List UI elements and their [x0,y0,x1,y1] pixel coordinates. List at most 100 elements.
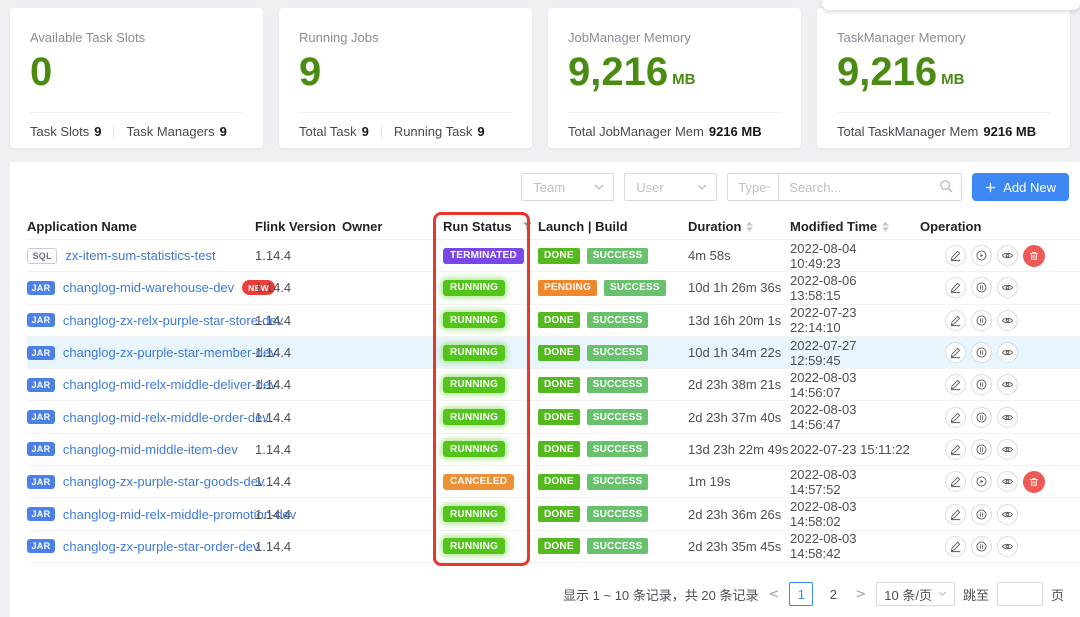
edit-button[interactable] [945,310,966,331]
prev-page-icon[interactable]: < [766,587,781,602]
duration-cell: 1m 19s [688,474,790,489]
edit-button[interactable] [945,374,966,395]
search-input[interactable] [779,173,962,201]
pause-circle-icon [975,540,988,553]
app-name-link[interactable]: changlog-zx-relx-purple-star-store-dev [63,313,283,328]
run-status-badge: RUNNING [443,409,505,425]
eye-button[interactable] [997,504,1018,525]
eye-button[interactable] [997,536,1018,557]
build-badge: SUCCESS [587,474,649,490]
pause-button[interactable] [971,374,992,395]
delete-button[interactable] [1023,471,1045,493]
operation-cell [910,407,1080,428]
edit-button[interactable] [945,245,966,266]
stat-card-value: 0 [30,50,56,95]
modified-time-cell: 2022-07-23 15:11:22 [790,442,910,457]
app-name-link[interactable]: changlog-mid-relx-middle-order-dev [63,410,269,425]
edit-button[interactable] [945,536,966,557]
eye-button[interactable] [997,277,1018,298]
launch-badge: DONE [538,312,580,328]
type-select[interactable]: Type [727,173,779,201]
page-1-button[interactable]: 1 [789,582,813,606]
edit-button[interactable] [945,471,966,492]
eye-icon [1001,314,1014,327]
search-icon[interactable] [939,179,954,194]
app-name-link[interactable]: zx-item-sum-statistics-test [65,248,215,263]
team-select-placeholder: Team [533,180,565,195]
build-badge: SUCCESS [587,409,649,425]
build-badge: SUCCESS [587,506,649,522]
modified-time-cell: 2022-07-27 12:59:45 [790,338,910,368]
edit-button[interactable] [945,407,966,428]
run-status-badge: RUNNING [443,280,505,296]
build-badge: SUCCESS [587,441,649,457]
pause-button[interactable] [971,536,992,557]
duration-cell: 2d 23h 35m 45s [688,539,790,554]
eye-button[interactable] [997,342,1018,363]
stat-card-value: 9,216 MB [568,50,695,95]
jump-label: 跳至 [963,585,989,604]
stat-footer-label: Task Slots [30,124,89,139]
eye-button[interactable] [997,471,1018,492]
filter-row: Team User Type Add New [521,173,1069,201]
edit-button[interactable] [945,342,966,363]
filter-funnel-icon[interactable] [522,221,533,232]
build-badge: SUCCESS [587,345,649,361]
add-new-button[interactable]: Add New [972,173,1069,201]
jump-page-input[interactable] [997,582,1043,606]
edit-button[interactable] [945,439,966,460]
pause-button[interactable] [971,504,992,525]
app-name-link[interactable]: changlog-zx-purple-star-member-dev [63,345,277,360]
pause-button[interactable] [971,439,992,460]
modified-time-cell: 2022-08-03 14:58:02 [790,499,910,529]
table-row: JAR changlog-mid-warehouse-dev NEW 1.14.… [27,272,1080,304]
pause-button[interactable] [971,407,992,428]
eye-button[interactable] [997,245,1018,266]
eye-icon [1001,281,1014,294]
col-launch-build: Launch | Build [538,219,688,234]
sort-icon[interactable] [746,221,753,232]
launch-badge: DONE [538,409,580,425]
eye-button[interactable] [997,407,1018,428]
stat-footer-label: Running Task [394,124,473,139]
flink-version-cell: 1.14.4 [255,248,342,263]
app-name-link[interactable]: changlog-mid-relx-middle-deliver-dev [63,377,277,392]
play-button[interactable] [971,245,992,266]
table-row: JAR changlog-zx-purple-star-member-dev 1… [27,337,1080,369]
sort-icon[interactable] [882,221,889,232]
edit-button[interactable] [945,277,966,298]
team-select[interactable]: Team [521,173,614,201]
run-status-badge: TERMINATED [443,248,524,264]
edit-pencil-icon [949,346,962,359]
user-select[interactable]: User [624,173,717,201]
eye-button[interactable] [997,310,1018,331]
stat-card-unit: MB [941,71,964,88]
eye-button[interactable] [997,374,1018,395]
app-name-link[interactable]: changlog-mid-warehouse-dev [63,280,234,295]
app-name-link[interactable]: changlog-zx-purple-star-goods-dev [63,474,265,489]
pagination: 显示 1 ~ 10 条记录，共 20 条记录 < 1 2 > 10 条/页 跳至… [563,582,1064,606]
app-name-link[interactable]: changlog-mid-middle-item-dev [63,442,238,457]
table-row: JAR changlog-mid-relx-middle-promotion-d… [27,498,1080,530]
delete-button[interactable] [1023,245,1045,267]
pause-button[interactable] [971,310,992,331]
pause-button[interactable] [971,342,992,363]
edit-pencil-icon [949,508,962,521]
edit-pencil-icon [949,281,962,294]
flink-version-cell: 1.14.4 [255,280,342,295]
page-2-button[interactable]: 2 [821,582,845,606]
play-button[interactable] [971,471,992,492]
applications-table: Application Name Flink Version Owner Run… [27,213,1080,563]
app-name-link[interactable]: changlog-zx-purple-star-order-dev [63,539,260,554]
next-page-icon[interactable]: > [853,587,868,602]
stat-card-footer: Task Slots9Task Managers9 [30,124,227,139]
flink-version-cell: 1.14.4 [255,539,342,554]
edit-button[interactable] [945,504,966,525]
play-circle-icon [975,475,988,488]
stat-card-title: JobManager Memory [568,30,691,45]
stat-card: TaskManager Memory 9,216 MB Total TaskMa… [817,8,1070,148]
eye-button[interactable] [997,439,1018,460]
page-size-select[interactable]: 10 条/页 [876,582,955,606]
pause-button[interactable] [971,277,992,298]
operation-cell [910,439,1080,460]
